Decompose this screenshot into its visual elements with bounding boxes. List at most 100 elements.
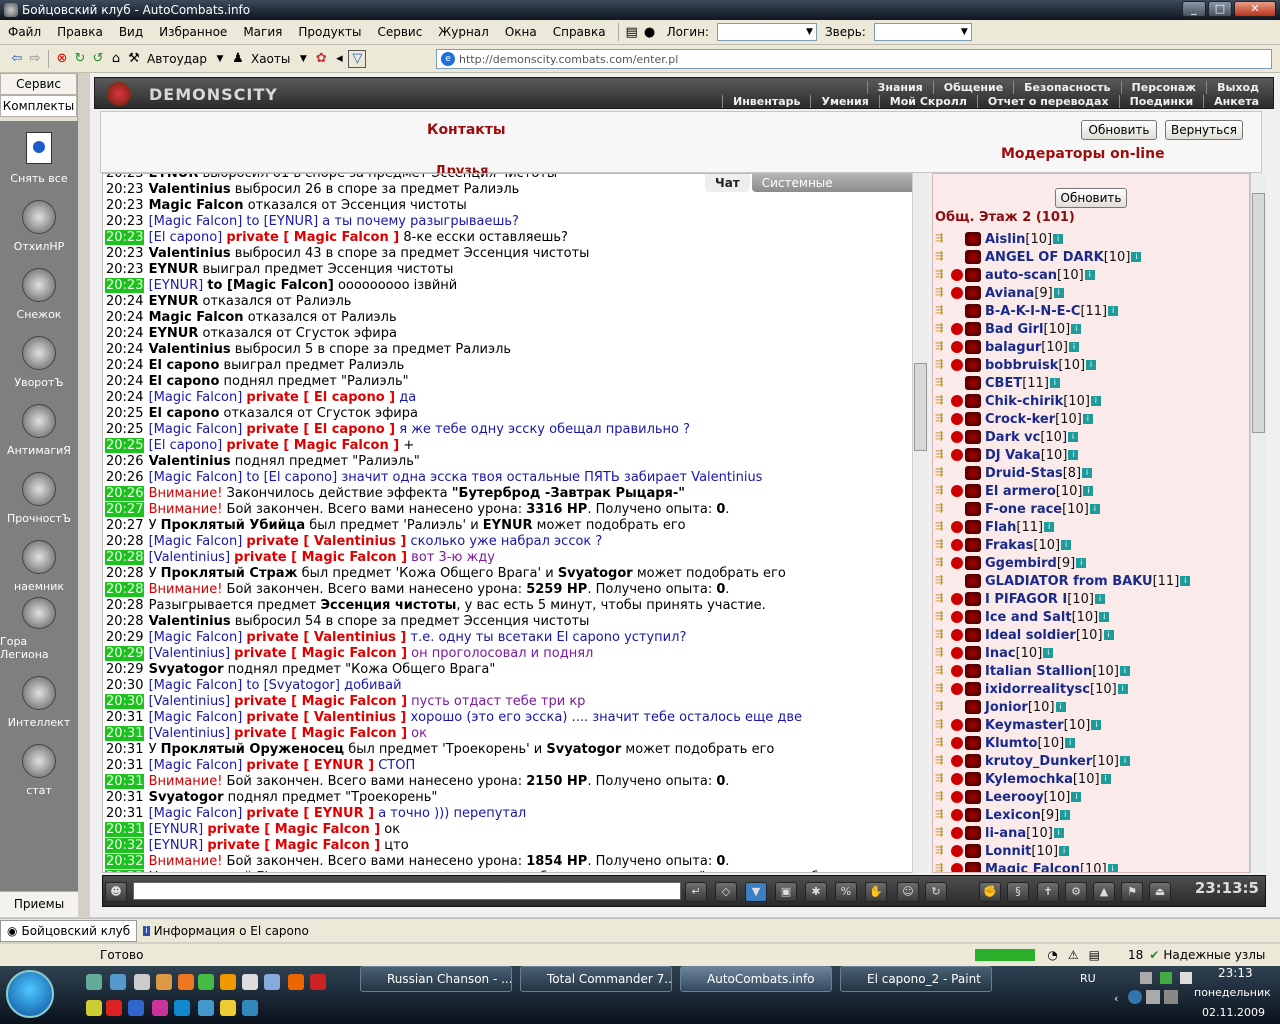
- chevron-down-icon[interactable]: ▼: [294, 50, 312, 68]
- clan-emblem-icon[interactable]: [965, 538, 981, 552]
- private-arrow-icon[interactable]: ⇶: [935, 539, 951, 551]
- chat-timestamp[interactable]: 20:23: [105, 246, 144, 261]
- info-icon[interactable]: i: [1049, 378, 1060, 388]
- user-name[interactable]: Inac: [985, 646, 1016, 661]
- chevron-left-icon[interactable]: ‹: [1114, 992, 1118, 1005]
- haoty-button[interactable]: Хаоты: [247, 52, 294, 66]
- info-icon[interactable]: i: [1131, 252, 1142, 262]
- private-arrow-icon[interactable]: ⇶: [935, 341, 951, 353]
- refresh-icon[interactable]: ↻: [925, 882, 947, 902]
- chat-timestamp[interactable]: 20:31: [105, 806, 144, 821]
- user-name[interactable]: Chik-chirik: [985, 394, 1063, 409]
- chat-timestamp[interactable]: 20:28: [105, 534, 144, 549]
- chat-timestamp[interactable]: 20:24: [105, 342, 144, 357]
- user-name[interactable]: СВЕТ: [985, 376, 1022, 391]
- nav-umeniya[interactable]: Умения: [810, 95, 878, 108]
- refresh-icon[interactable]: ↻: [71, 50, 89, 68]
- shield-icon[interactable]: [1128, 990, 1142, 1004]
- nav-otchet[interactable]: Отчет о переводах: [976, 95, 1119, 108]
- info-icon[interactable]: i: [1117, 684, 1128, 694]
- user-name[interactable]: ANGEL OF DARK: [985, 250, 1104, 265]
- login-combo[interactable]: ▼: [716, 23, 817, 41]
- start-button[interactable]: [6, 970, 54, 1018]
- clan-emblem-icon[interactable]: [965, 358, 981, 372]
- sound-icon[interactable]: ◂: [330, 50, 348, 68]
- user-name[interactable]: auto-scan: [985, 268, 1057, 283]
- chat-timestamp[interactable]: 20:28: [105, 582, 145, 597]
- archive-icon[interactable]: ▤: [623, 23, 641, 41]
- firefox-icon[interactable]: [288, 974, 304, 990]
- user-name[interactable]: Jonior: [985, 700, 1028, 715]
- info-icon[interactable]: i: [1076, 558, 1087, 568]
- chat-timestamp[interactable]: 20:25: [105, 406, 144, 421]
- chat-timestamp[interactable]: 20:23: [105, 230, 145, 245]
- kit-item-snyat-vse[interactable]: Снять все: [0, 121, 78, 189]
- chat-timestamp[interactable]: 20:27: [105, 502, 145, 517]
- clan-emblem-icon[interactable]: [965, 790, 981, 804]
- potion-icon[interactable]: ●: [641, 23, 659, 41]
- chat-timestamp[interactable]: 20:29: [105, 662, 144, 677]
- hand-icon[interactable]: ✋: [865, 882, 887, 902]
- private-arrow-icon[interactable]: ⇶: [935, 503, 951, 515]
- run-icon[interactable]: ✱: [805, 882, 827, 902]
- menu-edit[interactable]: Правка: [49, 25, 111, 39]
- private-arrow-icon[interactable]: ⇶: [935, 431, 951, 443]
- taskbar-button-totalcmd[interactable]: Total Commander 7...: [520, 966, 672, 992]
- private-arrow-icon[interactable]: ⇶: [935, 413, 951, 425]
- eraser-icon[interactable]: ◇: [715, 882, 737, 902]
- chat-timestamp[interactable]: 20:28: [105, 598, 144, 613]
- nav-vyhod[interactable]: Выход: [1206, 81, 1269, 94]
- private-arrow-icon[interactable]: ⇶: [935, 809, 951, 821]
- tray-icon[interactable]: [1140, 972, 1152, 984]
- user-name[interactable]: Ggembird: [985, 556, 1057, 571]
- tab-info-el-capono[interactable]: i Информация о El capono: [137, 920, 315, 942]
- info-icon[interactable]: i: [1089, 504, 1100, 514]
- nav-moy-skroll[interactable]: Мой Скролл: [878, 95, 977, 108]
- chat-timestamp[interactable]: 20:24: [105, 294, 144, 309]
- user-name[interactable]: El armero: [985, 484, 1056, 499]
- user-name[interactable]: Italian Stallion: [985, 664, 1092, 679]
- clan-emblem-icon[interactable]: [965, 592, 981, 606]
- clan-emblem-icon[interactable]: [965, 700, 981, 714]
- info-icon[interactable]: i: [1094, 594, 1105, 604]
- private-arrow-icon[interactable]: ⇶: [935, 773, 951, 785]
- private-arrow-icon[interactable]: ⇶: [935, 791, 951, 803]
- menu-view[interactable]: Вид: [111, 25, 151, 39]
- info-icon[interactable]: i: [1068, 450, 1079, 460]
- menu-journal[interactable]: Журнал: [430, 25, 497, 39]
- nav-personazh[interactable]: Персонаж: [1120, 81, 1207, 94]
- clan-emblem-icon[interactable]: [965, 394, 981, 408]
- quicklaunch-icon[interactable]: [86, 1000, 102, 1016]
- info-icon[interactable]: i: [1082, 414, 1093, 424]
- private-arrow-icon[interactable]: ⇶: [935, 845, 951, 857]
- user-name[interactable]: Ice and Salt: [985, 610, 1072, 625]
- kit-item[interactable]: АнтимагиЯ: [0, 393, 78, 461]
- tab-komplekty[interactable]: Комплекты: [0, 95, 77, 117]
- clan-emblem-icon[interactable]: [965, 340, 981, 354]
- quicklaunch-icon[interactable]: [264, 974, 280, 990]
- chat-timestamp[interactable]: 20:32: [105, 854, 145, 869]
- private-arrow-icon[interactable]: ⇶: [935, 683, 951, 695]
- tab-priemy[interactable]: Приемы: [0, 891, 78, 917]
- user-name[interactable]: Lexicon: [985, 808, 1041, 823]
- kit-item[interactable]: Снежок: [0, 257, 78, 325]
- clan-emblem-icon[interactable]: [965, 286, 981, 300]
- chat-timestamp[interactable]: 20:24: [105, 390, 144, 405]
- quicklaunch-icon[interactable]: [220, 974, 236, 990]
- private-arrow-icon[interactable]: ⇶: [935, 737, 951, 749]
- info-icon[interactable]: i: [1053, 234, 1064, 244]
- private-arrow-icon[interactable]: ⇶: [935, 251, 951, 263]
- user-name[interactable]: Flah: [985, 520, 1016, 535]
- info-icon[interactable]: i: [1061, 540, 1072, 550]
- info-icon[interactable]: i: [1071, 792, 1082, 802]
- clan-emblem-icon[interactable]: [965, 754, 981, 768]
- info-icon[interactable]: i: [1086, 360, 1097, 370]
- opera-icon[interactable]: [310, 974, 326, 990]
- chat-timestamp[interactable]: 20:24: [105, 310, 144, 325]
- info-icon[interactable]: i: [1055, 702, 1066, 712]
- private-arrow-icon[interactable]: ⇶: [935, 593, 951, 605]
- private-arrow-icon[interactable]: ⇶: [935, 701, 951, 713]
- user-name[interactable]: Crock-ker: [985, 412, 1055, 427]
- nav-bezopasnost[interactable]: Безопасность: [1013, 81, 1120, 94]
- chrome-icon[interactable]: [198, 974, 214, 990]
